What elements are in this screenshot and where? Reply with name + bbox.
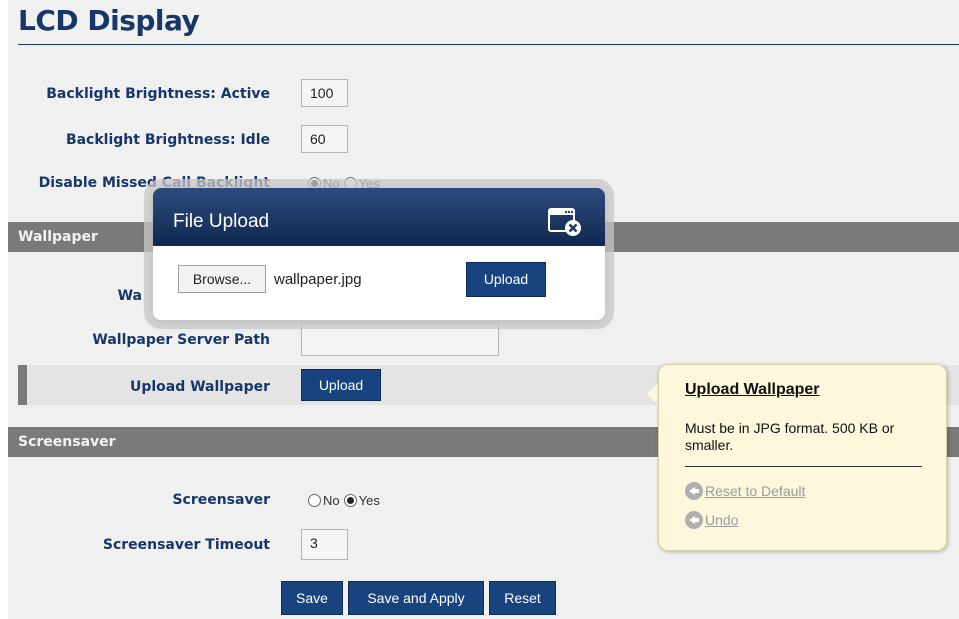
reset-to-default-link[interactable]: Reset to Default (685, 482, 805, 500)
close-window-icon[interactable] (548, 208, 584, 238)
settings-page: LCD Display Backlight Brightness: Active… (8, 0, 959, 619)
upload-wallpaper-label: Upload Wallpaper (129, 379, 270, 395)
tooltip-title: Upload Wallpaper (685, 381, 820, 398)
screensaver-yes-radio[interactable] (343, 494, 357, 507)
undo-link[interactable]: Undo (685, 511, 738, 529)
screensaver-no-radio[interactable] (308, 494, 321, 507)
tooltip-body: Must be in JPG format. 500 KB or smaller… (685, 420, 895, 453)
browse-button[interactable]: Browse... (178, 265, 266, 293)
backlight-active-input[interactable]: 100 (301, 79, 348, 107)
screensaver-section-title: Screensaver (18, 434, 116, 450)
help-tooltip: Upload Wallpaper Must be in JPG format. … (658, 364, 947, 551)
screensaver-label: Screensaver (172, 492, 270, 508)
undo-text: Undo (705, 512, 739, 528)
back-arrow-icon (685, 482, 703, 500)
screensaver-timeout-input[interactable]: 3 (301, 529, 348, 560)
selected-file-name: wallpaper.jpg (274, 271, 362, 288)
wallpaper-server-path-label: Wallpaper Server Path (92, 332, 270, 348)
page-title: LCD Display (18, 4, 200, 37)
save-button[interactable]: Save (281, 581, 343, 615)
screensaver-yes-label: Yes (358, 493, 380, 508)
backlight-active-label: Backlight Brightness: Active (46, 86, 270, 102)
screensaver-timeout-label: Screensaver Timeout (102, 537, 270, 553)
backlight-idle-input[interactable]: 60 (301, 125, 348, 153)
reset-to-default-text: Reset to Default (705, 483, 806, 499)
title-divider (18, 44, 959, 45)
wallpaper-label: Wa (117, 288, 142, 304)
wallpaper-server-path-input[interactable] (301, 323, 499, 356)
tooltip-divider (685, 466, 922, 467)
back-arrow-icon (685, 511, 703, 529)
screensaver-radios: No Yes (308, 493, 384, 508)
dialog-header: File Upload (153, 188, 605, 246)
wallpaper-section-title: Wallpaper (18, 229, 98, 245)
save-apply-button[interactable]: Save and Apply (348, 581, 484, 615)
dialog-title: File Upload (173, 211, 270, 232)
reset-button[interactable]: Reset (489, 581, 556, 615)
file-upload-dialog: File Upload Browse... wallpaper.jpg Uplo… (153, 188, 605, 320)
dialog-upload-button[interactable]: Upload (466, 262, 546, 297)
backlight-idle-label: Backlight Brightness: Idle (65, 132, 270, 148)
screensaver-no-label: No (323, 493, 340, 508)
upload-wallpaper-button[interactable]: Upload (301, 369, 381, 401)
